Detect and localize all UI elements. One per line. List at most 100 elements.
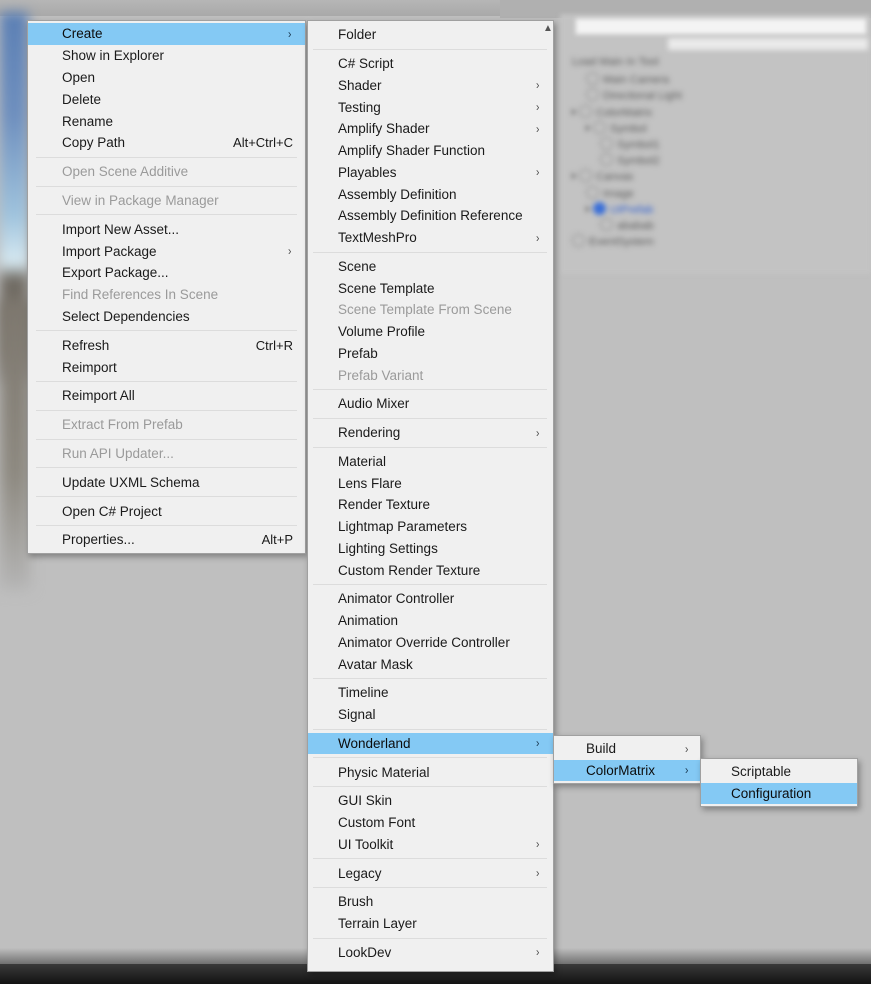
menu-item-create-assembly-definition-reference[interactable]: Assembly Definition Reference (308, 205, 553, 227)
menu-item-colormatrix-scriptable[interactable]: Scriptable (701, 761, 857, 783)
menu-item-create-legacy[interactable]: Legacy › (308, 862, 553, 884)
menu-item-asset-rename[interactable]: Rename (28, 110, 305, 132)
menu-item-asset-import-new-asset[interactable]: Import New Asset... (28, 218, 305, 240)
menu-item-create-terrain-layer[interactable]: Terrain Layer (308, 913, 553, 935)
menu-item-create-ui-toolkit[interactable]: UI Toolkit › (308, 834, 553, 856)
menu-item-create-avatar-mask[interactable]: Avatar Mask (308, 653, 553, 675)
hierarchy-row[interactable]: Main Camera (586, 72, 669, 87)
menu-item-create-textmeshpro[interactable]: TextMeshPro › (308, 227, 553, 249)
menu-item-asset-refresh[interactable]: Refresh Ctrl+R (28, 334, 305, 356)
colormatrix-submenu[interactable]: Scriptable Configuration (700, 758, 858, 807)
hierarchy-row[interactable]: Symbol2 (600, 153, 660, 168)
menu-separator (36, 214, 297, 216)
menu-item-asset-open[interactable]: Open (28, 67, 305, 89)
menu-item-create-amplify-shader[interactable]: Amplify Shader › (308, 118, 553, 140)
menu-item-create-rendering[interactable]: Rendering › (308, 422, 553, 444)
menu-item-create-animator-controller[interactable]: Animator Controller (308, 588, 553, 610)
hierarchy-row[interactable]: EventSystem (572, 234, 654, 249)
hierarchy-row[interactable]: ababab (600, 218, 654, 233)
menu-item-create-animator-override-controller[interactable]: Animator Override Controller (308, 632, 553, 654)
expand-arrow-icon[interactable] (572, 173, 576, 180)
menu-item-create-lightmap-parameters[interactable]: Lightmap Parameters (308, 516, 553, 538)
menu-item-label: Select Dependencies (62, 308, 190, 324)
menu-item-wonderland-build[interactable]: Build › (554, 738, 700, 760)
menu-item-label: Physic Material (338, 764, 430, 780)
menu-item-wonderland-colormatrix[interactable]: ColorMatrix › (554, 759, 700, 781)
menu-item-create-assembly-definition[interactable]: Assembly Definition (308, 183, 553, 205)
hierarchy-row[interactable]: Image (586, 185, 634, 201)
menu-item-label: Import New Asset... (62, 221, 180, 237)
menu-item-asset-select-dependencies[interactable]: Select Dependencies (28, 306, 305, 328)
menu-item-asset-show-in-explorer[interactable]: Show in Explorer (28, 45, 305, 67)
menu-separator (313, 757, 547, 759)
menu-item-label: Terrain Layer (338, 916, 417, 932)
hierarchy-row[interactable]: Symbol1 (600, 137, 660, 152)
menu-item-create-physic-material[interactable]: Physic Material (308, 761, 553, 783)
menu-item-asset-reimport[interactable]: Reimport (28, 356, 305, 378)
menu-item-label: Animation (338, 613, 399, 629)
menu-item-create-playables[interactable]: Playables › (308, 162, 553, 184)
gameobject-icon (586, 88, 599, 102)
hierarchy-filter-field[interactable] (668, 38, 868, 50)
menu-item-create-scene[interactable]: Scene (308, 256, 553, 278)
menu-separator (36, 438, 297, 440)
menu-separator (313, 251, 547, 253)
menu-item-asset-reimport-all[interactable]: Reimport All (28, 385, 305, 407)
menu-item-asset-update-uxml-schema[interactable]: Update UXML Schema (28, 471, 305, 493)
hierarchy-search-field[interactable] (575, 18, 867, 35)
menu-item-create-lens-flare[interactable]: Lens Flare (308, 472, 553, 494)
menu-item-create-testing[interactable]: Testing › (308, 96, 553, 118)
menu-item-asset-delete[interactable]: Delete (28, 88, 305, 110)
menu-item-create-custom-font[interactable]: Custom Font (308, 812, 553, 834)
menu-item-asset-copy-path[interactable]: Copy Path Alt+Ctrl+C (28, 132, 305, 154)
menu-item-create-custom-render-texture[interactable]: Custom Render Texture (308, 559, 553, 581)
menu-item-create-amplify-shader-function[interactable]: Amplify Shader Function (308, 140, 553, 162)
expand-arrow-icon[interactable] (586, 124, 590, 131)
menu-item-create-lighting-settings[interactable]: Lighting Settings (308, 538, 553, 560)
hierarchy-row[interactable]: UIPrefab (586, 201, 653, 217)
menu-separator (313, 728, 547, 730)
menu-item-create-gui-skin[interactable]: GUI Skin (308, 790, 553, 812)
menu-item-create-c-script[interactable]: C# Script (308, 53, 553, 75)
menu-item-create-prefab[interactable]: Prefab (308, 343, 553, 365)
menu-item-create-signal[interactable]: Signal (308, 704, 553, 726)
menu-item-create-audio-mixer[interactable]: Audio Mixer (308, 393, 553, 415)
menu-item-label: Open C# Project (62, 503, 162, 519)
menu-item-asset-create[interactable]: Create › (28, 23, 305, 45)
menu-item-create-timeline[interactable]: Timeline (308, 682, 553, 704)
hierarchy-row[interactable]: ColorMatrix (572, 104, 652, 120)
expand-arrow-icon[interactable] (586, 205, 590, 212)
create-submenu[interactable]: ▲ Folder C# Script Shader › Testing › Amplify … (307, 20, 554, 972)
submenu-arrow-icon: › (535, 425, 540, 440)
menu-item-create-brush[interactable]: Brush (308, 891, 553, 913)
menu-item-label: Reimport (62, 359, 117, 375)
menu-item-asset-import-package[interactable]: Import Package › (28, 240, 305, 262)
menu-item-asset-properties[interactable]: Properties... Alt+P (28, 529, 305, 551)
asset-context-menu[interactable]: Create › Show in Explorer Open Delete Rename C… (27, 20, 306, 554)
menu-item-label: Scriptable (731, 764, 792, 780)
gameobject-icon (586, 72, 599, 86)
menu-item-asset-export-package[interactable]: Export Package... (28, 262, 305, 284)
submenu-arrow-icon: › (535, 866, 540, 881)
menu-item-create-volume-profile[interactable]: Volume Profile (308, 321, 553, 343)
menu-item-label: Delete (62, 91, 102, 107)
wonderland-submenu[interactable]: Build › ColorMatrix › (553, 735, 701, 784)
hierarchy-row[interactable]: Canvas (572, 169, 633, 184)
menu-item-create-material[interactable]: Material (308, 451, 553, 473)
menu-item-create-wonderland[interactable]: Wonderland › (308, 732, 553, 755)
menu-item-create-scene-template[interactable]: Scene Template (308, 277, 553, 299)
menu-item-create-render-texture[interactable]: Render Texture (308, 494, 553, 516)
menu-item-create-folder[interactable]: Folder (308, 24, 553, 46)
menu-item-asset-open-c-project[interactable]: Open C# Project (28, 500, 305, 522)
hierarchy-row[interactable]: Load Main In Tool (572, 56, 659, 69)
menu-item-create-shader[interactable]: Shader › (308, 75, 553, 97)
menu-separator (36, 185, 297, 187)
submenu-arrow-icon: › (535, 736, 540, 751)
menu-separator (313, 858, 547, 860)
menu-item-create-lookdev[interactable]: LookDev › (308, 942, 553, 964)
expand-arrow-icon[interactable] (572, 108, 576, 115)
hierarchy-row[interactable]: Directional Light (586, 88, 682, 103)
hierarchy-row[interactable]: Symbol (586, 120, 647, 136)
menu-item-create-animation[interactable]: Animation (308, 610, 553, 632)
menu-item-colormatrix-configuration[interactable]: Configuration (701, 782, 857, 804)
